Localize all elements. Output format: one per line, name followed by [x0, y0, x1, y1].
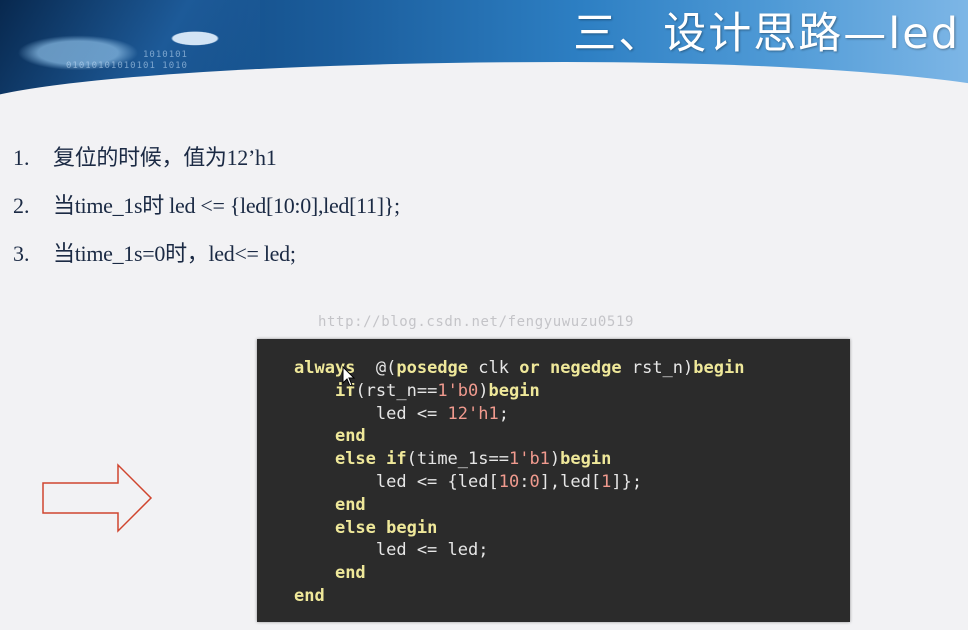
code-text: ]};: [611, 471, 643, 492]
binary-line-1: 1010101: [143, 50, 188, 60]
code-keyword: begin: [560, 449, 612, 470]
list-item-number: 1.: [13, 145, 30, 170]
code-text: @(: [355, 358, 397, 378]
code-text: ;: [498, 403, 509, 424]
banner-binary-text: 1010101 01010101010101 1010: [66, 50, 188, 72]
code-line: if(rst_n==1'b0)begin: [294, 380, 744, 403]
code-text: ): [478, 380, 489, 401]
code-text: (rst_n==: [355, 380, 438, 401]
code-keyword: end: [334, 563, 366, 584]
list-item: 2. 当time_1s时 led <= {led[10:0],led[11]};: [13, 191, 400, 239]
design-points-list: 1. 复位的时候，值为12’h1 2. 当time_1s时 led <= {led[…: [13, 143, 400, 287]
code-text: (time_1s==: [406, 449, 509, 470]
code-line: end: [294, 585, 744, 608]
header-banner: 1010101 01010101010101 1010 三、设计思路—led: [0, 0, 968, 96]
code-keyword: begin: [488, 380, 540, 401]
code-text: rst_n): [621, 358, 694, 378]
binary-line-2: 01010101010101 1010: [66, 61, 188, 71]
list-item: 3. 当time_1s=0时，led<= led;: [13, 239, 400, 287]
code-text: ): [549, 449, 561, 470]
code-line: always @(posedge clk or negedge rst_n)be…: [294, 357, 744, 380]
right-arrow-outline-icon: [42, 463, 153, 533]
list-item-text: 复位的时候，值为12’h1: [53, 145, 277, 170]
code-number: 1: [601, 471, 612, 492]
code-line: led <= led;: [294, 539, 744, 562]
code-keyword: else if: [334, 449, 407, 470]
code-line: end: [294, 494, 744, 517]
watermark: http://blog.csdn.net/fengyuwuzu0519: [318, 314, 635, 330]
code-keyword: or: [519, 358, 540, 378]
code-line: end: [294, 562, 744, 585]
mouse-pointer-icon: [342, 366, 356, 387]
code-number: 12'h1: [447, 403, 499, 424]
code-keyword: negedge: [549, 358, 622, 378]
code-text: led <= led;: [294, 540, 489, 561]
code-number: 0: [529, 471, 540, 492]
list-item-number: 2.: [13, 193, 30, 218]
code-number: 1'b0: [437, 380, 479, 401]
code-keyword: end: [334, 426, 366, 447]
code-keyword: end: [294, 585, 325, 606]
code-line: led <= 12'h1;: [294, 403, 744, 426]
code-line: led <= {led[10:0],led[1]};: [294, 471, 744, 494]
code-line: end: [294, 425, 744, 448]
code-keyword: end: [334, 494, 366, 515]
code-text: :: [519, 471, 530, 492]
code-text: led <= {led[: [294, 471, 499, 492]
list-item-text: 当time_1s时 led <= {led[10:0],led[11]};: [53, 193, 400, 218]
verilog-code: always @(posedge clk or negedge rst_n)be…: [294, 357, 744, 608]
code-line: else begin: [294, 517, 744, 540]
code-keyword: else begin: [334, 517, 438, 538]
code-number: 10: [498, 471, 520, 492]
code-text: ],led[: [539, 471, 602, 492]
code-keyword: posedge: [396, 358, 469, 378]
list-item: 1. 复位的时候，值为12’h1: [13, 143, 400, 191]
list-item-text: 当time_1s=0时，led<= led;: [53, 241, 296, 266]
list-item-number: 3.: [13, 241, 30, 266]
code-keyword: begin: [693, 358, 745, 378]
code-number: 1'b1: [508, 449, 550, 470]
code-line: else if(time_1s==1'b1)begin: [294, 448, 744, 471]
slide-title: 三、设计思路—led: [573, 9, 960, 59]
code-text: clk: [468, 358, 520, 378]
code-text: led <=: [294, 403, 448, 424]
